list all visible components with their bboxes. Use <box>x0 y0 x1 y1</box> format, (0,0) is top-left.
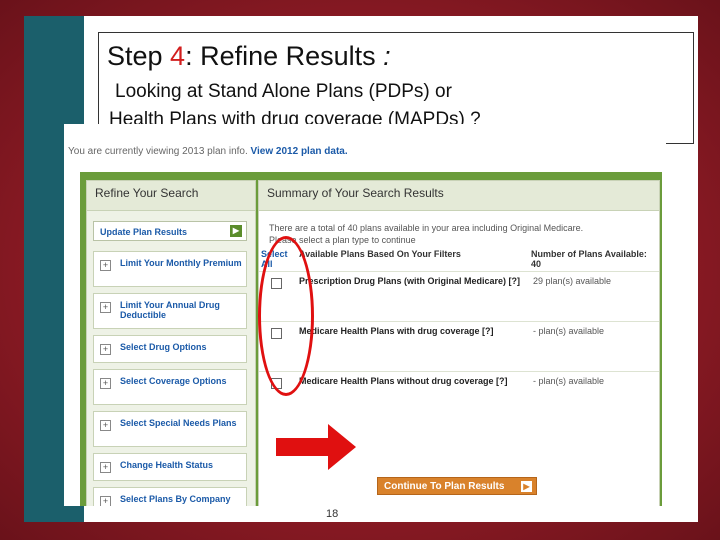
highlight-ellipse <box>258 236 314 396</box>
results-panel: Refine Your Search Update Plan Results ▶ … <box>80 172 662 506</box>
plan-type-row: Medicare Health Plans with drug coverage… <box>259 321 659 372</box>
update-button-label: Update Plan Results <box>100 227 188 237</box>
refine-item-label: Select Special Needs Plans <box>120 418 237 428</box>
summary-intro: There are a total of 40 plans available … <box>269 223 584 233</box>
title-step-number: 4 <box>170 41 186 71</box>
plus-icon: + <box>100 496 111 506</box>
subtitle-line-1: Looking at Stand Alone Plans (PDPs) or <box>115 81 452 102</box>
plus-icon: + <box>100 462 111 473</box>
refine-item-label: Select Drug Options <box>120 342 207 352</box>
refine-item-health-status[interactable]: + Change Health Status <box>93 453 247 481</box>
available-plans-column-header: Available Plans Based On Your Filters <box>299 249 461 259</box>
refine-item-label: Select Coverage Options <box>120 376 227 386</box>
refine-search-panel: Refine Your Search Update Plan Results ▶ … <box>86 180 256 506</box>
title-prefix: Step <box>107 41 171 71</box>
plus-icon: + <box>100 420 111 431</box>
continue-to-plan-results-button[interactable]: Continue To Plan Results ▶ <box>377 477 537 495</box>
plan-type-label: Medicare Health Plans with drug coverage… <box>299 326 494 336</box>
refine-item-label: Limit Your Annual Drug Deductible <box>120 300 220 320</box>
plus-icon: + <box>100 302 111 313</box>
plan-type-label: Medicare Health Plans without drug cover… <box>299 376 508 386</box>
plan-year-text: You are currently viewing 2013 plan info… <box>68 146 248 157</box>
plan-count: - plan(s) available <box>533 326 605 336</box>
plan-count: - plan(s) available <box>533 376 605 386</box>
website-screenshot: You are currently viewing 2013 plan info… <box>64 124 666 506</box>
update-plan-results-button[interactable]: Update Plan Results ▶ <box>93 221 247 241</box>
view-previous-year-link[interactable]: View 2012 plan data. <box>251 146 348 157</box>
refine-item-coverage-options[interactable]: + Select Coverage Options <box>93 369 247 405</box>
summary-header: Summary of Your Search Results <box>259 181 659 211</box>
refine-item-drug-options[interactable]: + Select Drug Options <box>93 335 247 363</box>
slide-frame: Step 4: Refine Results : Looking at Stan… <box>0 0 720 540</box>
page-number: 18 <box>326 508 339 520</box>
title-colon: : <box>383 41 391 71</box>
refine-item-plans-by-company[interactable]: + Select Plans By Company <box>93 487 247 506</box>
refine-item-label: Select Plans By Company <box>120 494 231 504</box>
arrow-right-icon: ▶ <box>230 225 242 237</box>
red-arrow-icon <box>276 424 356 470</box>
refine-search-header: Refine Your Search <box>87 181 255 211</box>
plan-type-label: Prescription Drug Plans (with Original M… <box>299 276 521 286</box>
plan-year-notice: You are currently viewing 2013 plan info… <box>68 146 348 157</box>
plus-icon: + <box>100 260 111 271</box>
refine-item-monthly-premium[interactable]: + Limit Your Monthly Premium <box>93 251 247 287</box>
refine-item-label: Limit Your Monthly Premium <box>120 258 242 268</box>
continue-button-label: Continue To Plan Results <box>384 481 505 492</box>
plan-count-column-header: Number of Plans Available: 40 <box>531 249 647 269</box>
refine-item-drug-deductible[interactable]: + Limit Your Annual Drug Deductible <box>93 293 247 329</box>
refine-item-label: Change Health Status <box>120 460 214 470</box>
plus-icon: + <box>100 344 111 355</box>
refine-item-special-needs[interactable]: + Select Special Needs Plans <box>93 411 247 447</box>
plan-type-row: Prescription Drug Plans (with Original M… <box>259 271 659 322</box>
plus-icon: + <box>100 378 111 389</box>
plan-type-row: Medicare Health Plans without drug cover… <box>259 371 659 424</box>
title-main: : Refine Results <box>185 41 384 71</box>
plan-count: 29 plan(s) available <box>533 276 612 286</box>
arrow-right-icon: ▶ <box>521 481 532 492</box>
slide-title: Step 4: Refine Results : <box>107 41 391 72</box>
